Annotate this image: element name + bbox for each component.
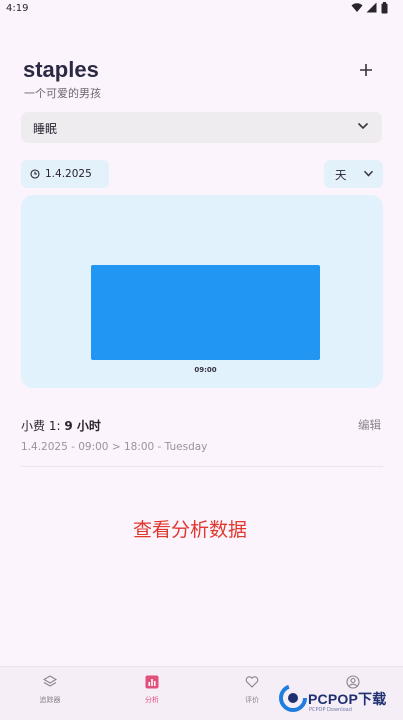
category-select[interactable]: 睡眠: [21, 112, 382, 143]
edit-button[interactable]: 编辑: [358, 417, 381, 433]
bar-chart-icon: [145, 675, 159, 689]
nav-label-analytics: 分析: [145, 696, 159, 704]
plus-icon: [360, 64, 372, 76]
nav-item-review[interactable]: 评价: [222, 673, 282, 705]
date-value: 1.4.2025: [45, 168, 92, 180]
period-select-value: 天: [335, 168, 347, 182]
summary-title: 小费 1: 9 小时: [21, 417, 101, 434]
add-button[interactable]: [354, 58, 378, 82]
watermark-sub: PCPOP Download: [309, 707, 352, 713]
pcpop-logo-icon: [279, 684, 307, 712]
page-title: staples: [23, 57, 99, 82]
divider: [21, 466, 383, 467]
category-select-value: 睡眠: [33, 122, 58, 136]
page-subtitle: 一个可爱的男孩: [24, 87, 101, 100]
battery-icon: [381, 2, 388, 14]
heart-icon: [245, 676, 259, 688]
watermark: PCPOP下载 PCPOP Download: [278, 683, 403, 720]
clock-icon: [30, 169, 40, 179]
watermark-brand: PCPOP下载: [308, 691, 387, 707]
nav-item-tracker[interactable]: 追踪器: [20, 673, 80, 705]
chevron-down-icon: [357, 122, 369, 130]
summary-detail: 1.4.2025 - 09:00 > 18:00 - Tuesday: [21, 441, 208, 453]
period-select[interactable]: 天: [324, 160, 383, 188]
wifi-icon: [351, 3, 363, 12]
nav-label-review: 评价: [245, 696, 259, 704]
view-analytics-button[interactable]: 查看分析数据: [0, 515, 380, 542]
date-picker-button[interactable]: 1.4.2025: [21, 160, 109, 188]
layers-icon: [43, 675, 57, 687]
status-bar: 4:19: [0, 0, 403, 18]
chevron-down-icon: [363, 170, 374, 177]
chart-x-tick-label: 09:00: [194, 366, 216, 374]
chart-bar: [91, 265, 320, 360]
nav-item-analytics[interactable]: 分析: [122, 673, 182, 705]
signal-icon: [366, 2, 377, 13]
nav-label-tracker: 追踪器: [39, 696, 61, 704]
summary-value: 9 小时: [64, 419, 101, 433]
bar-chart: 09:00: [91, 265, 320, 374]
summary-label: 小费 1:: [21, 419, 61, 433]
status-time: 4:19: [6, 3, 29, 14]
chart-card: 09:00: [21, 195, 383, 388]
